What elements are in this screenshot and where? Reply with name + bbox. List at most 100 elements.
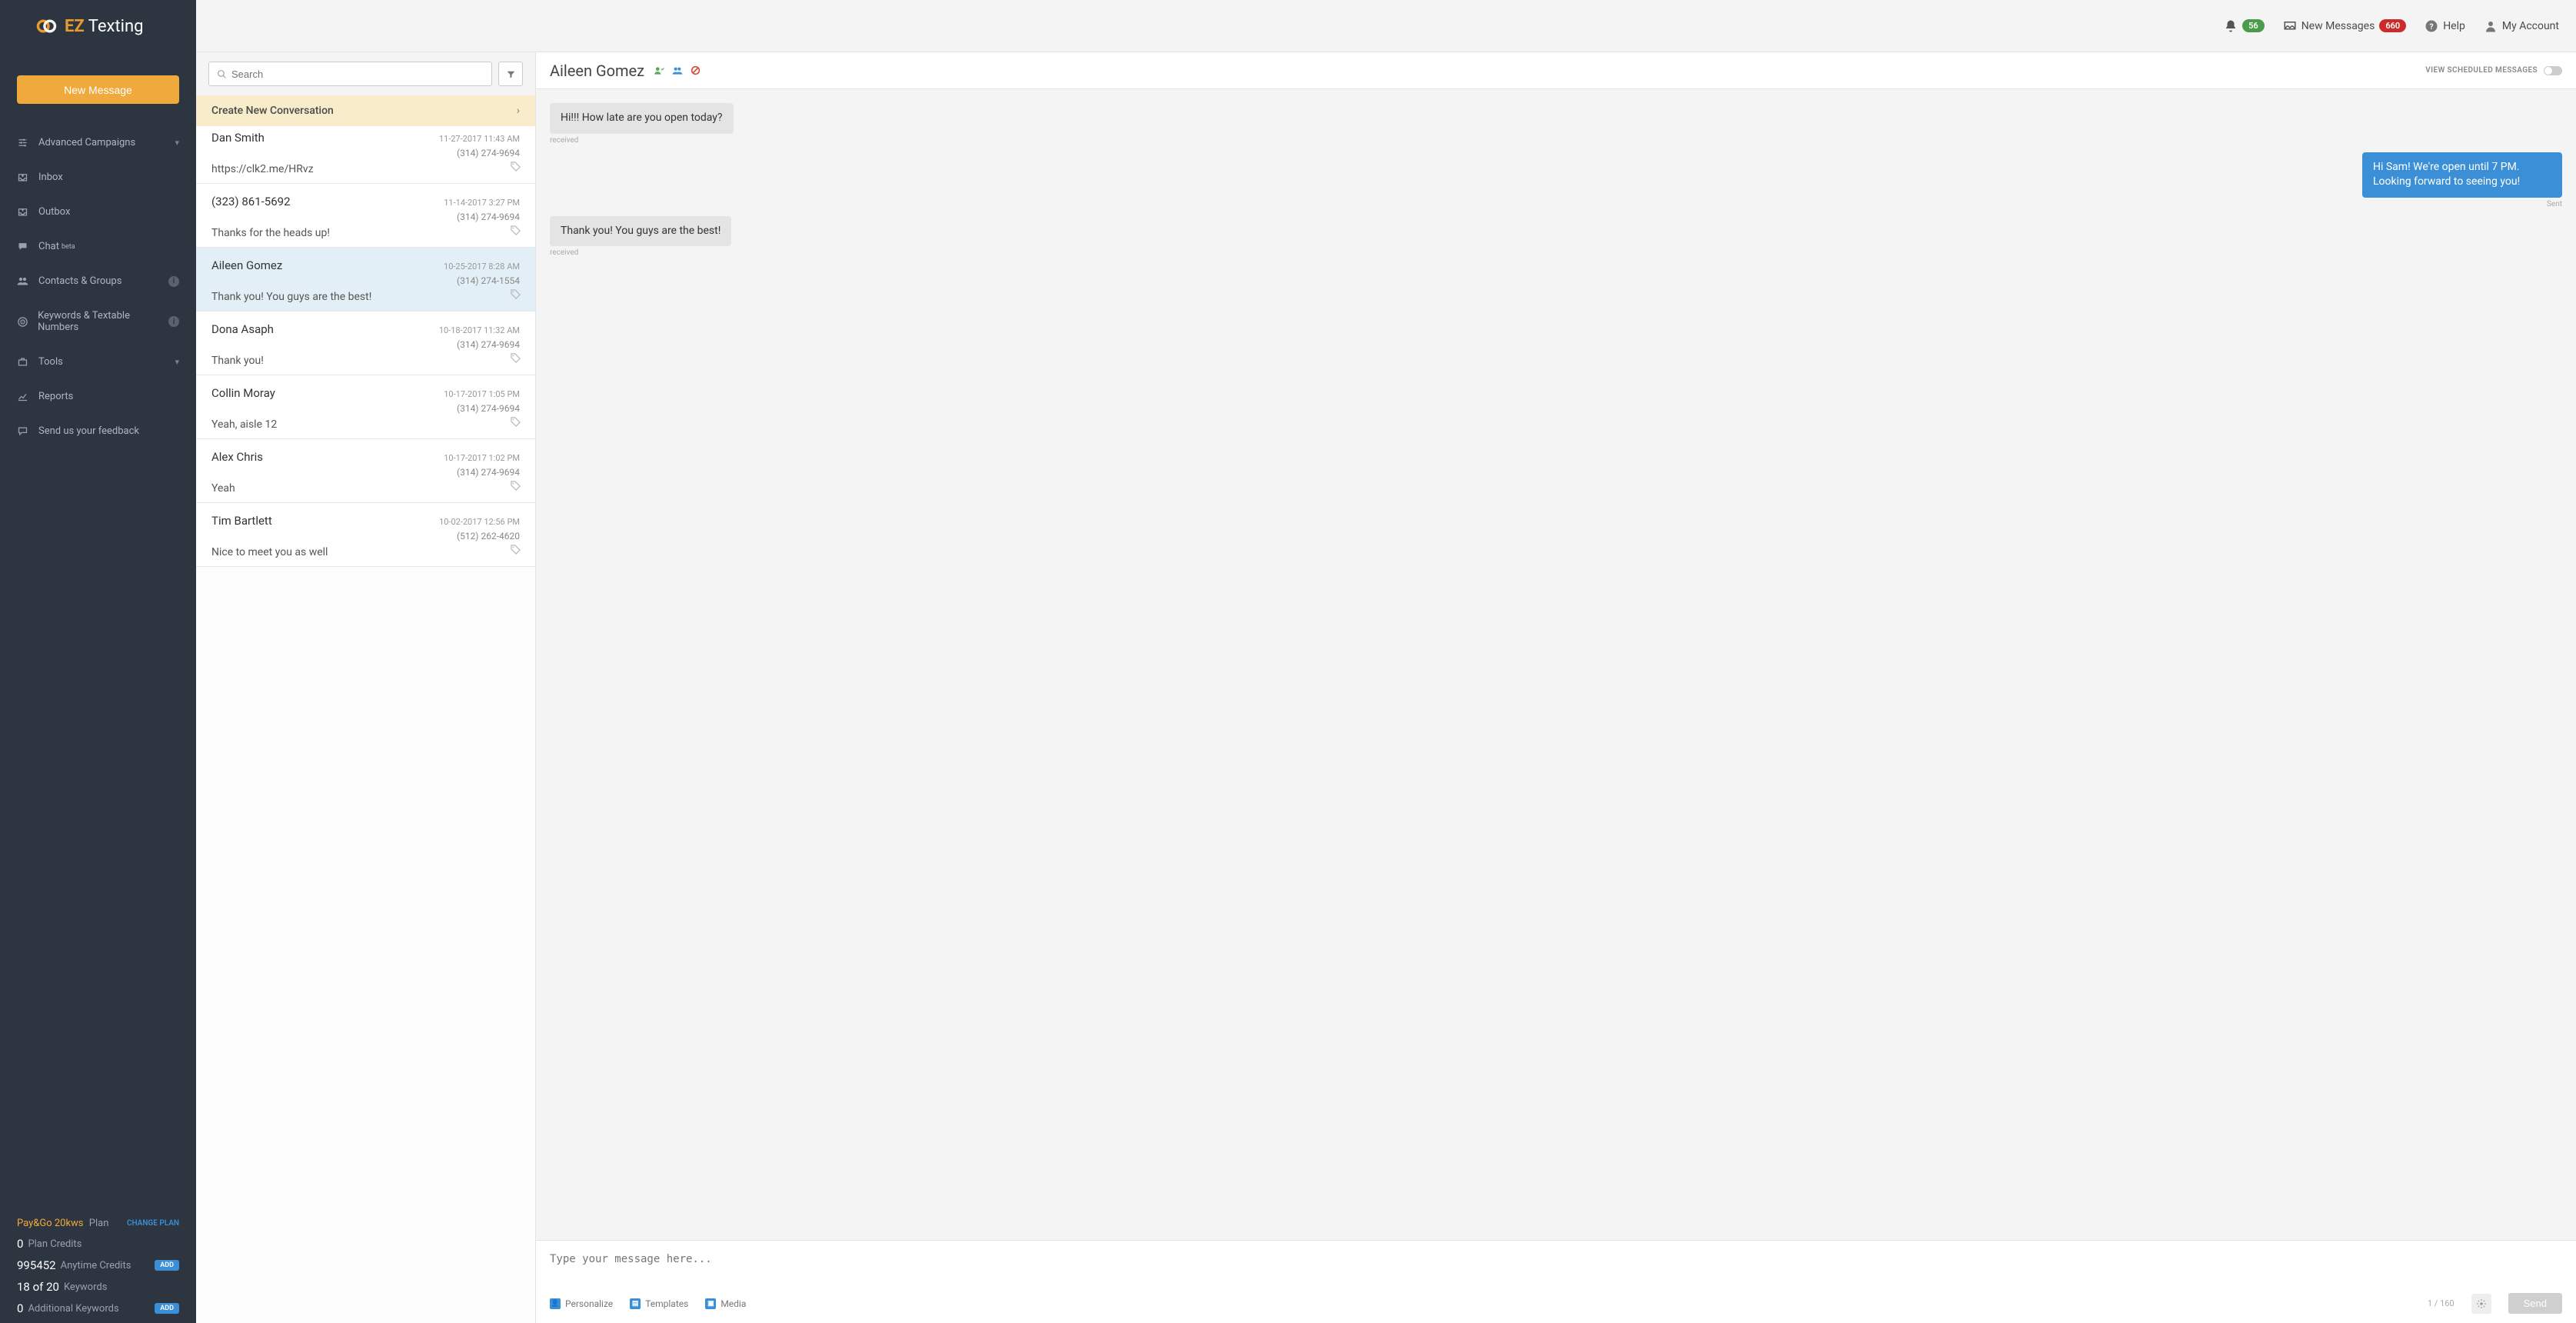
conversation-preview: Thank you! You guys are the best! (211, 291, 520, 303)
nav-item-keywords-textable-numbers[interactable]: Keywords & Textable Numbersi (0, 298, 196, 345)
credit-label: Plan Credits (28, 1238, 82, 1250)
nav-item-send-us-your-feedback[interactable]: Send us your feedback (0, 414, 196, 448)
conversation-name: Dona Asaph (211, 322, 274, 336)
plan-label: Plan (89, 1218, 109, 1229)
media-label: Media (721, 1298, 746, 1309)
templates-button[interactable]: ▤ Templates (630, 1298, 688, 1309)
notifications-bell[interactable]: 56 (2224, 19, 2265, 33)
user-icon (2484, 19, 2498, 33)
message-status: Sent (2547, 200, 2562, 208)
scheduled-toggle[interactable] (2544, 66, 2562, 75)
message-row: Thank you! You guys are the best!receive… (550, 216, 2562, 258)
filter-button[interactable] (498, 62, 523, 86)
logo[interactable]: EZ Texting (0, 0, 196, 52)
conversation-name: Tim Bartlett (211, 514, 272, 528)
contact-added-icon[interactable] (654, 65, 664, 76)
tag-icon[interactable] (510, 161, 521, 175)
inbox-icon (2283, 19, 2297, 33)
conversation-item[interactable]: Dan Smith11-27-2017 11:43 AM(314) 274-96… (196, 126, 535, 184)
conversation-name: Collin Moray (211, 386, 275, 400)
conversation-preview: Nice to meet you as well (211, 546, 520, 558)
message-input[interactable] (536, 1241, 2576, 1284)
nav-label: Tools (38, 356, 63, 368)
credit-number: 0 (17, 1237, 23, 1251)
conversation-column: Create New Conversation › Dan Smith11-27… (196, 52, 536, 1323)
block-icon[interactable] (691, 65, 701, 75)
chat-title: Aileen Gomez (550, 62, 644, 80)
tag-icon[interactable] (510, 225, 521, 239)
chevron-down-icon: ▾ (175, 357, 179, 367)
personalize-button[interactable]: 👤 Personalize (550, 1298, 613, 1309)
message-status: received (550, 248, 578, 257)
conversation-name: (323) 861-5692 (211, 195, 291, 208)
add-button[interactable]: ADD (155, 1303, 179, 1314)
credit-row: 0 Plan Credits (0, 1229, 196, 1251)
message-row: Hi!!! How late are you open today?receiv… (550, 103, 2562, 145)
info-icon: i (168, 316, 179, 327)
create-conversation-button[interactable]: Create New Conversation › (196, 95, 535, 126)
topbar: 56 New Messages 660 ? Help My Account (196, 0, 2576, 52)
nav-item-chat[interactable]: Chatbeta (0, 229, 196, 264)
account-label: My Account (2502, 20, 2559, 32)
composer-settings-button[interactable] (2471, 1294, 2491, 1314)
nav-item-outbox[interactable]: Outbox (0, 195, 196, 229)
add-button[interactable]: ADD (155, 1260, 179, 1271)
credit-label: Additional Keywords (28, 1303, 118, 1315)
nav-label: Contacts & Groups (38, 275, 121, 287)
messages-area: Hi!!! How late are you open today?receiv… (536, 89, 2576, 1240)
conversation-item[interactable]: Collin Moray10-17-2017 1:05 PM(314) 274-… (196, 375, 535, 439)
tag-icon[interactable] (510, 416, 521, 431)
nav-item-inbox[interactable]: Inbox (0, 160, 196, 195)
account-link[interactable]: My Account (2484, 19, 2559, 33)
nav-item-reports[interactable]: Reports (0, 379, 196, 414)
tag-icon[interactable] (510, 288, 521, 303)
plan-block: Pay&Go 20kws Plan CHANGE PLAN (0, 1204, 196, 1229)
credit-row: 18 of 20Keywords (0, 1272, 196, 1294)
conversation-time: 11-14-2017 3:27 PM (444, 198, 520, 208)
change-plan-link[interactable]: CHANGE PLAN (127, 1219, 179, 1228)
nav-label: Advanced Campaigns (38, 137, 135, 148)
send-button[interactable]: Send (2508, 1293, 2562, 1314)
conversation-item[interactable]: Aileen Gomez10-25-2017 8:28 AM(314) 274-… (196, 248, 535, 312)
conversation-name: Dan Smith (211, 131, 265, 145)
users-icon (17, 275, 38, 287)
media-button[interactable]: ▣ Media (705, 1298, 746, 1309)
conversation-phone: (314) 274-9694 (211, 403, 520, 414)
nav-item-advanced-campaigns[interactable]: Advanced Campaigns▾ (0, 125, 196, 160)
conversation-phone: (314) 274-1554 (211, 275, 520, 286)
credit-number: 995452 (17, 1258, 56, 1272)
chevron-right-icon: › (517, 105, 520, 117)
templates-label: Templates (645, 1298, 688, 1309)
personalize-icon: 👤 (550, 1298, 561, 1309)
conversation-item[interactable]: Dona Asaph10-18-2017 11:32 AM(314) 274-9… (196, 312, 535, 375)
chart-icon (17, 391, 38, 402)
search-input[interactable] (231, 68, 484, 80)
tag-icon[interactable] (510, 352, 521, 367)
conversation-name: Alex Chris (211, 450, 263, 464)
nav-label: Keywords & Textable Numbers (38, 310, 168, 333)
help-link[interactable]: ? Help (2425, 19, 2465, 33)
conversation-name: Aileen Gomez (211, 258, 282, 272)
new-message-button[interactable]: New Message (17, 75, 179, 104)
conversation-item[interactable]: Tim Bartlett10-02-2017 12:56 PM(512) 262… (196, 503, 535, 567)
filter-icon (506, 69, 516, 79)
conversation-time: 10-02-2017 12:56 PM (439, 517, 520, 527)
nav-list: Advanced Campaigns▾InboxOutboxChatbetaCo… (0, 125, 196, 448)
comment-icon (17, 425, 38, 437)
view-scheduled-label: VIEW SCHEDULED MESSAGES (2425, 66, 2538, 75)
conversation-item[interactable]: Alex Chris10-17-2017 1:02 PM(314) 274-96… (196, 439, 535, 503)
message-row: Hi Sam! We're open until 7 PM. Looking f… (550, 152, 2562, 208)
conversation-phone: (314) 274-9694 (211, 339, 520, 350)
conversation-item[interactable]: (323) 861-569211-14-2017 3:27 PM(314) 27… (196, 184, 535, 248)
tag-icon[interactable] (510, 544, 521, 558)
message-bubble: Thank you! You guys are the best! (550, 216, 731, 247)
info-icon: i (168, 276, 179, 287)
search-box[interactable] (208, 62, 492, 86)
tag-icon[interactable] (510, 480, 521, 495)
new-messages-link[interactable]: New Messages 660 (2283, 19, 2407, 33)
nav-item-contacts-groups[interactable]: Contacts & Groups i (0, 264, 196, 298)
group-icon[interactable] (672, 65, 683, 76)
conversation-preview: Thanks for the heads up! (211, 227, 520, 239)
nav-item-tools[interactable]: Tools ▾ (0, 345, 196, 379)
nav-label: Chat (38, 241, 59, 252)
